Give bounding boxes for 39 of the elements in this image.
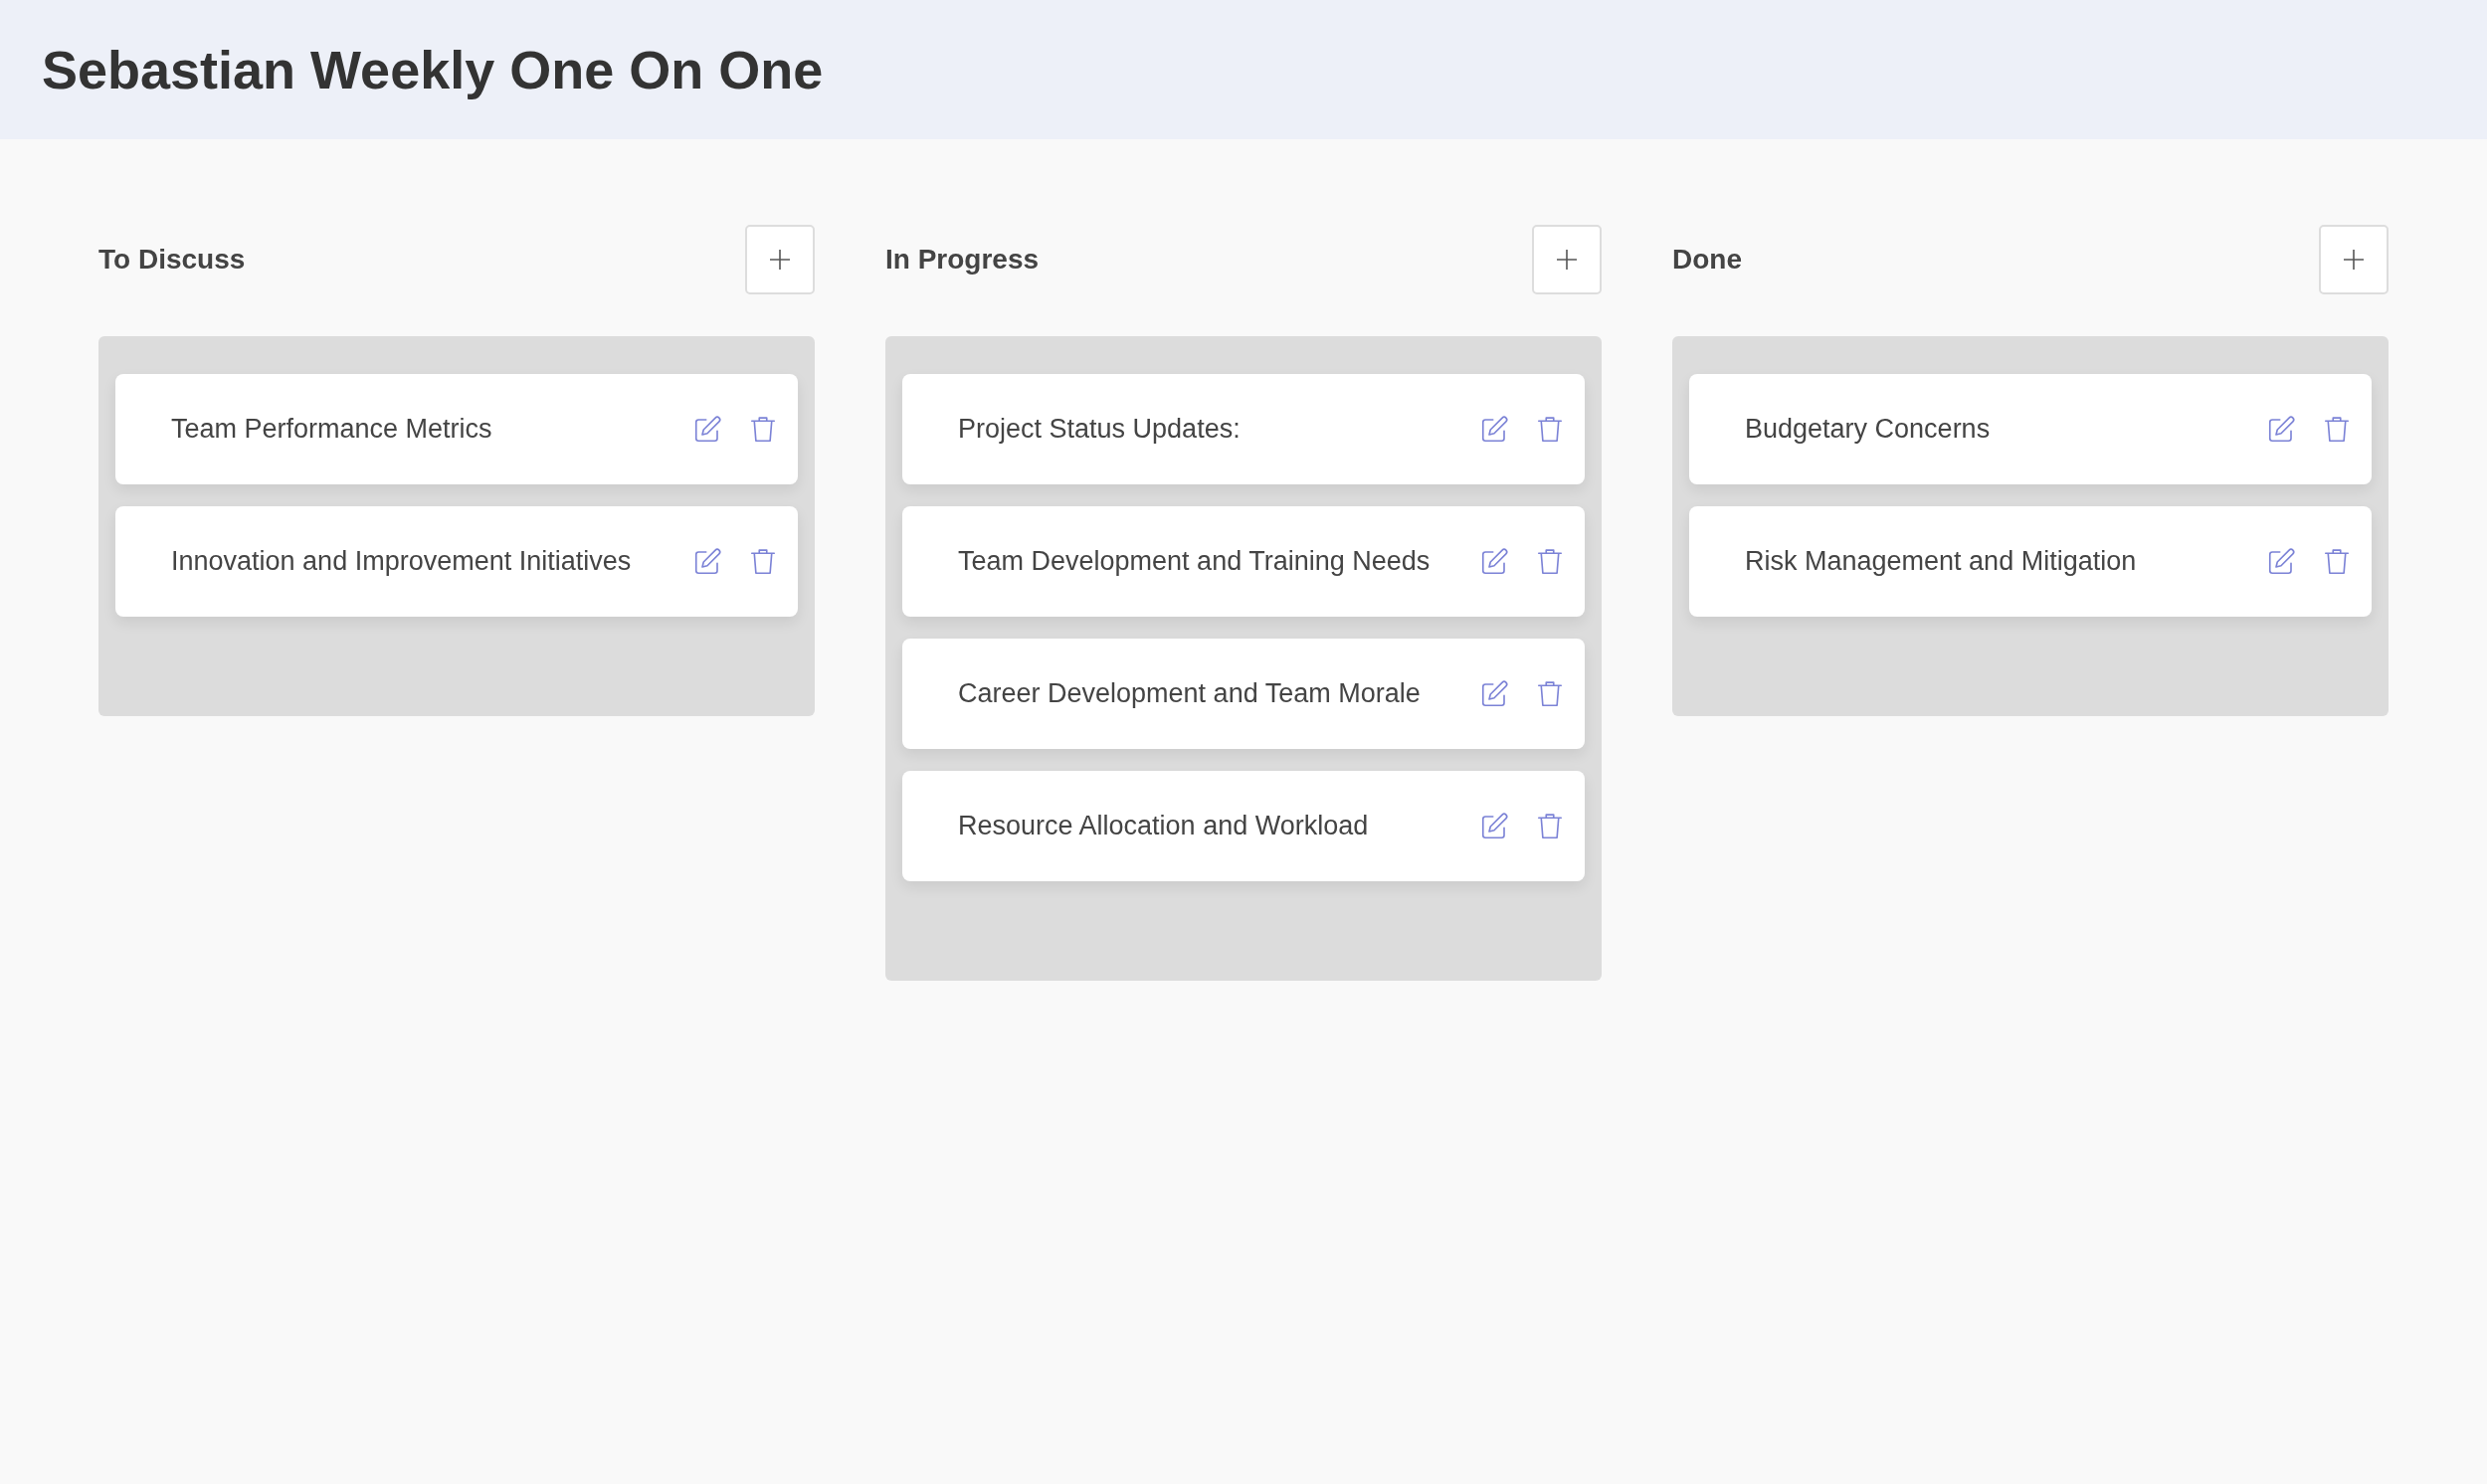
card-title: Project Status Updates: <box>958 414 1241 445</box>
trash-icon[interactable] <box>1535 811 1565 841</box>
task-card[interactable]: Team Development and Training Needs <box>902 506 1585 617</box>
page-title: Sebastian Weekly One On One <box>42 39 824 100</box>
card-title: Team Development and Training Needs <box>958 546 1431 577</box>
card-title: Resource Allocation and Workload <box>958 811 1369 841</box>
task-card[interactable]: Risk Management and Mitigation <box>1689 506 2372 617</box>
plus-icon <box>2343 249 2365 271</box>
column-title: In Progress <box>885 244 1040 276</box>
task-card[interactable]: Innovation and Improvement Initiatives <box>115 506 798 617</box>
trash-icon[interactable] <box>2322 546 2352 577</box>
task-card[interactable]: Resource Allocation and Workload <box>902 771 1585 881</box>
card-title: Budgetary Concerns <box>1745 414 1991 445</box>
task-card[interactable]: Project Status Updates: <box>902 374 1585 484</box>
edit-icon[interactable] <box>1479 678 1509 709</box>
trash-icon[interactable] <box>2322 414 2352 445</box>
edit-icon[interactable] <box>692 546 722 577</box>
task-card[interactable]: Career Development and Team Morale <box>902 639 1585 749</box>
card-title: Career Development and Team Morale <box>958 678 1421 709</box>
edit-icon[interactable] <box>1479 414 1509 445</box>
trash-icon[interactable] <box>748 546 778 577</box>
card-title: Risk Management and Mitigation <box>1745 546 2137 577</box>
plus-icon <box>769 249 791 271</box>
edit-icon[interactable] <box>2266 546 2296 577</box>
column-title: Done <box>1672 244 1742 276</box>
card-title: Innovation and Improvement Initiatives <box>171 546 632 577</box>
trash-icon[interactable] <box>748 414 778 445</box>
card-title: Team Performance Metrics <box>171 414 492 445</box>
edit-icon[interactable] <box>1479 546 1509 577</box>
edit-icon[interactable] <box>2266 414 2296 445</box>
column-title: To Discuss <box>98 244 246 276</box>
trash-icon[interactable] <box>1535 546 1565 577</box>
edit-icon[interactable] <box>1479 811 1509 841</box>
task-card[interactable]: Team Performance Metrics <box>115 374 798 484</box>
trash-icon[interactable] <box>1535 414 1565 445</box>
trash-icon[interactable] <box>1535 678 1565 709</box>
plus-icon <box>1556 249 1578 271</box>
task-card[interactable]: Budgetary Concerns <box>1689 374 2372 484</box>
edit-icon[interactable] <box>692 414 722 445</box>
